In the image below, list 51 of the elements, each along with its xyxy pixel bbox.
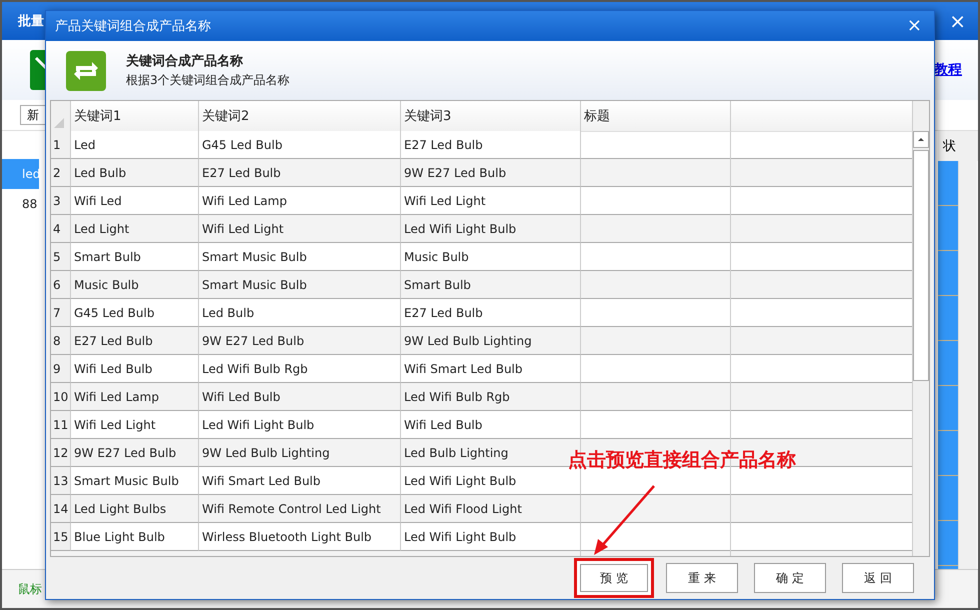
- swap-icon: [66, 50, 106, 91]
- table-cell: Wifi Remote Control Led Light: [199, 495, 401, 524]
- row-number: 7: [51, 299, 71, 328]
- table-cell: Led: [71, 131, 199, 160]
- tutorial-link[interactable]: 教程: [934, 61, 962, 79]
- row-number: 2: [51, 159, 71, 188]
- row-number: 5: [51, 243, 71, 272]
- table-cell: G45 Led Bulb: [199, 131, 401, 160]
- list-item[interactable]: 88: [2, 189, 39, 219]
- row-number: 6: [51, 271, 71, 300]
- table-cell: Wifi Led Bulb: [199, 383, 401, 412]
- column-header[interactable]: 关键词2: [199, 101, 401, 132]
- scrollbar[interactable]: [958, 161, 977, 569]
- dialog-button[interactable]: 预 览: [574, 558, 654, 598]
- row-number: 8: [51, 327, 71, 356]
- scroll-up-icon[interactable]: [913, 131, 929, 148]
- status-text: 鼠标: [18, 580, 42, 598]
- table-cell: Wifi Smart Led Bulb: [199, 467, 401, 496]
- corner-icon[interactable]: [54, 118, 64, 128]
- row-number: 3: [51, 187, 71, 216]
- row-number: 15: [51, 523, 71, 552]
- table-cell: Wifi Led Light: [71, 411, 199, 440]
- column-header[interactable]: 标题: [581, 101, 731, 132]
- dialog-button[interactable]: 确 定: [754, 563, 826, 594]
- window-title: 批量: [18, 13, 44, 30]
- row-number: 10: [51, 383, 71, 412]
- row-number: 11: [51, 411, 71, 440]
- table-cell: Wifi Led Light: [199, 215, 401, 244]
- row-number: 1: [51, 131, 71, 160]
- table-cell: Wifi Led Lamp: [199, 187, 401, 216]
- dialog-button[interactable]: 重 来: [666, 563, 738, 594]
- header-title: 关键词合成产品名称: [126, 52, 244, 70]
- table-cell: Wifi Led Bulb: [71, 355, 199, 384]
- header-subtitle: 根据3个关键词组合成产品名称: [126, 72, 290, 90]
- dialog-button[interactable]: 返 回: [842, 563, 914, 594]
- table-cell: Wifi Led Lamp: [71, 383, 199, 412]
- row-number: 14: [51, 495, 71, 524]
- column-header[interactable]: 关键词1: [71, 101, 199, 132]
- row-number: 13: [51, 467, 71, 496]
- row-number: 4: [51, 215, 71, 244]
- annotation-arrow: [594, 485, 655, 555]
- row-number: 9: [51, 355, 71, 384]
- row-number: 12: [51, 439, 71, 468]
- dialog-title: 产品关键词组合成产品名称: [55, 18, 211, 35]
- table-cell: Wifi Led: [71, 187, 199, 216]
- column-header[interactable]: 关键词3: [401, 101, 581, 132]
- close-button[interactable]: ×: [949, 9, 966, 33]
- column-header: 状: [938, 131, 978, 161]
- table-cell: E27 Led Bulb: [401, 131, 581, 160]
- close-button[interactable]: ×: [906, 15, 922, 36]
- table-cell: Wirless Bluetooth Light Bulb: [199, 523, 401, 552]
